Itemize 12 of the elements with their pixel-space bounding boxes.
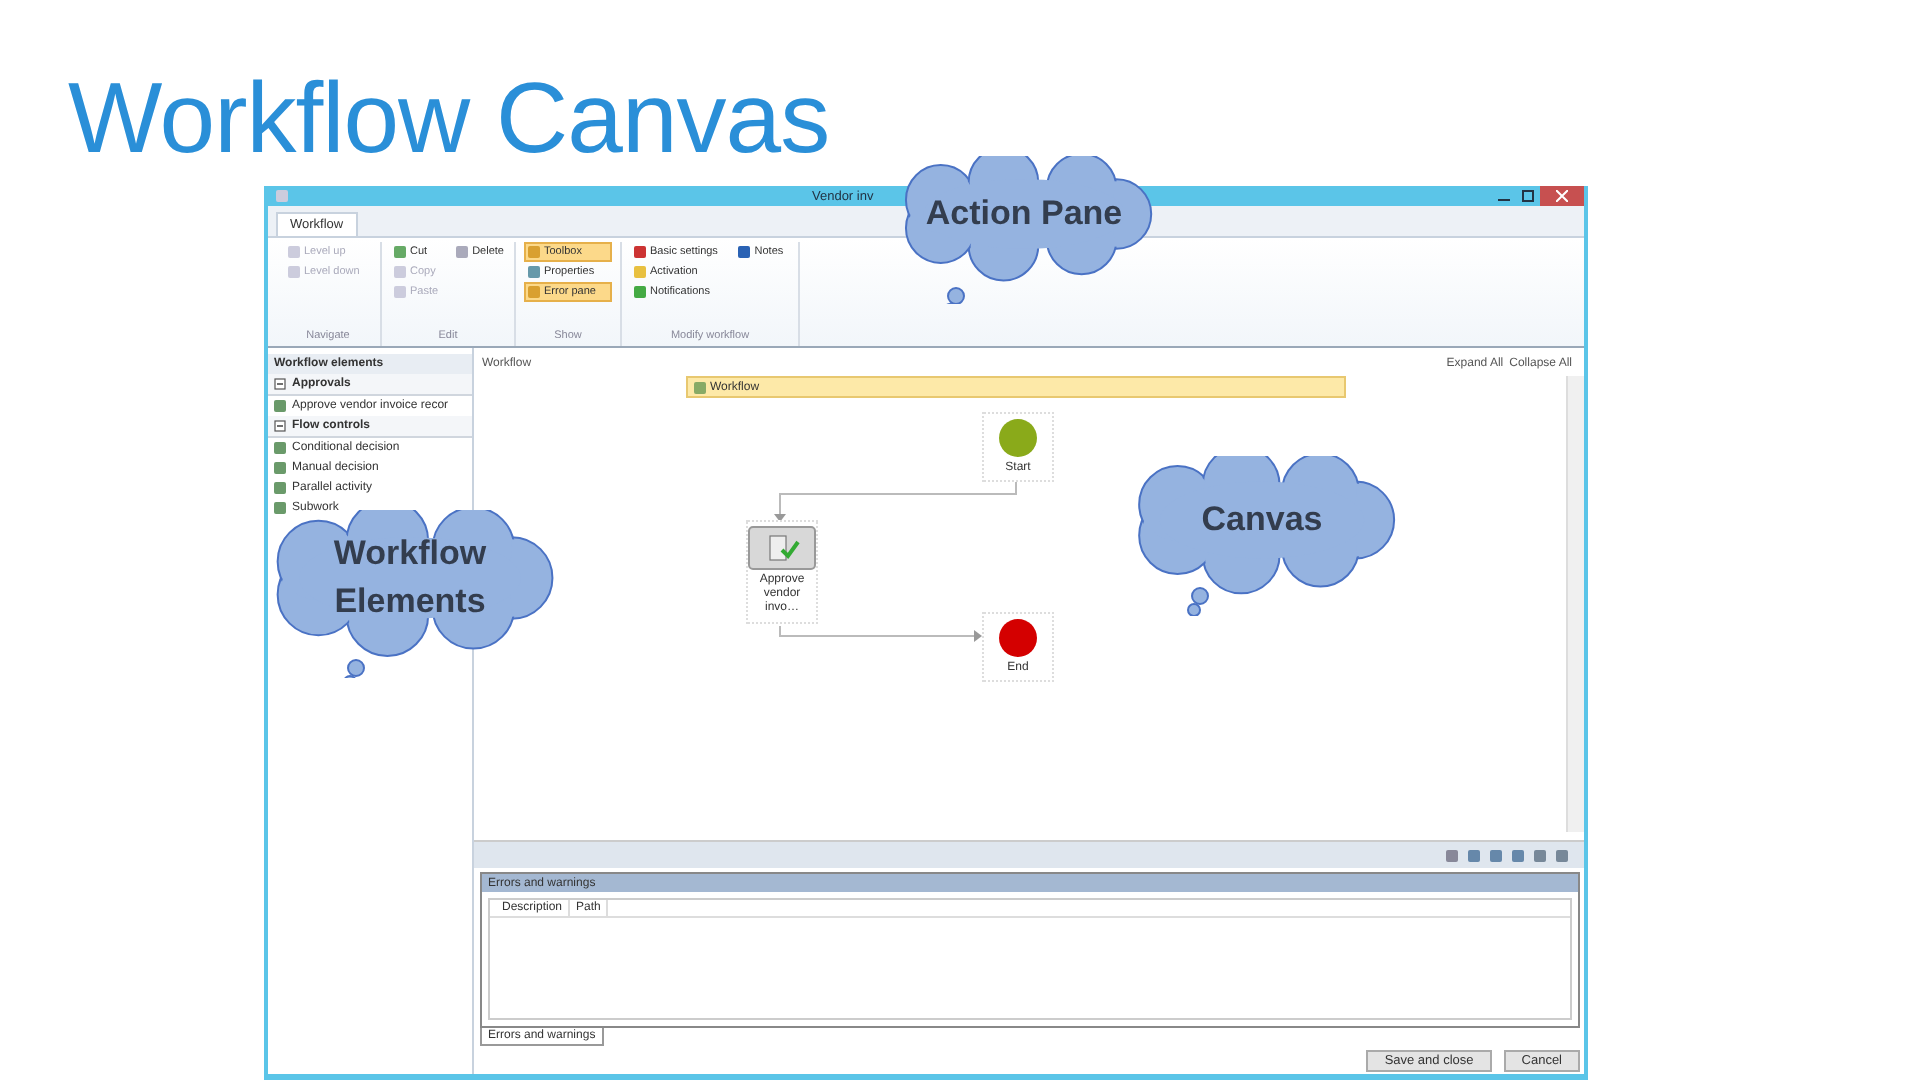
slide-title: Workflow Canvas bbox=[68, 60, 832, 178]
collapse-icon[interactable] bbox=[274, 420, 286, 432]
callout-text: Action Pane bbox=[925, 192, 1123, 236]
start-circle[interactable] bbox=[998, 418, 1038, 458]
approval-task-icon[interactable] bbox=[748, 526, 816, 570]
end-circle[interactable] bbox=[998, 618, 1038, 658]
scrollbar[interactable] bbox=[1566, 376, 1584, 832]
callout-text: Workflow Elements bbox=[331, 532, 489, 624]
collapse-icon[interactable] bbox=[274, 378, 286, 390]
close-icon[interactable] bbox=[1556, 190, 1568, 202]
maximize-icon[interactable] bbox=[1522, 190, 1534, 202]
callout-text: Canvas bbox=[1201, 498, 1323, 542]
